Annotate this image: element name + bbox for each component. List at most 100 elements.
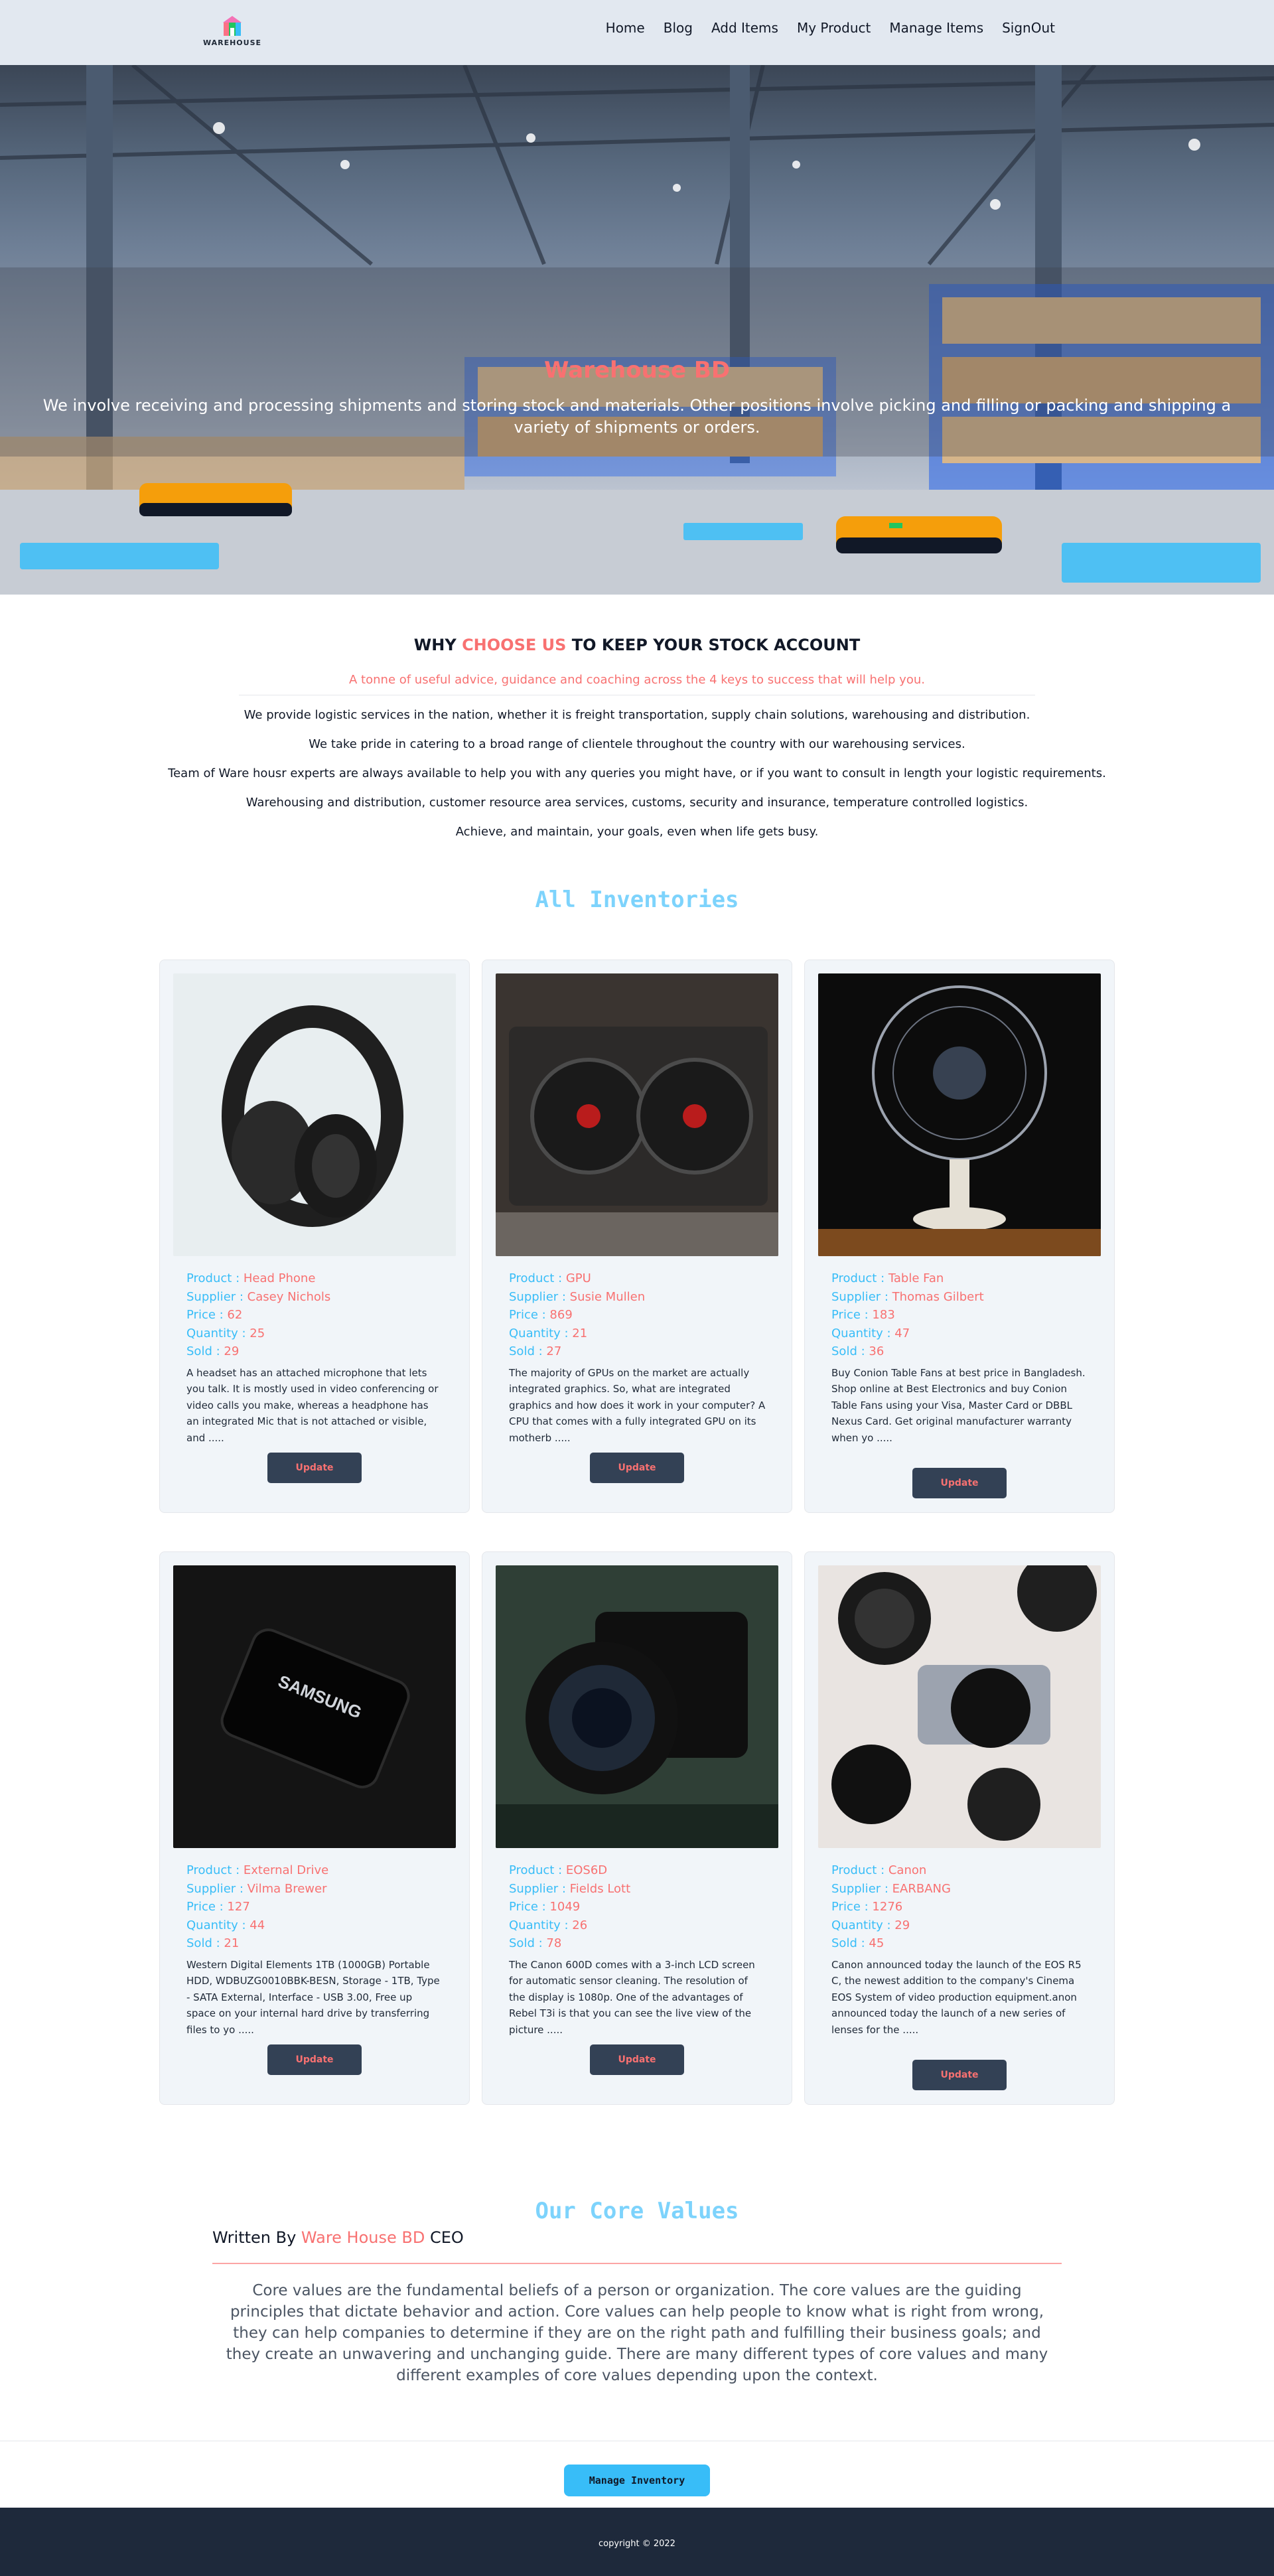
dslr-camera-image [496,1565,778,1848]
core-values-divider [212,2263,1062,2264]
price-row: Price : 1049 [509,1900,581,1914]
gpu-image [496,973,778,1256]
why-title-accent: CHOOSE US [462,636,567,654]
inventory-card: Product : Head Phone Supplier : Casey Ni… [159,960,470,1513]
price-value: 1049 [549,1900,581,1914]
top-navbar: WAREHOUSE Home Blog Add Items My Product… [0,0,1274,65]
sold-value: 36 [869,1344,885,1358]
supplier-name: Fields Lott [569,1881,631,1896]
product-name: Table Fan [888,1271,944,1285]
nav-link-signout[interactable]: SignOut [1002,20,1055,36]
product-description: A headset has an attached microphone tha… [186,1366,439,1444]
why-title-suffix: TO KEEP YOUR STOCK ACCOUNT [571,636,861,654]
inventory-grid: Product : Head Phone Supplier : Casey Ni… [159,960,1115,2105]
product-row: Product : GPU [509,1271,591,1285]
product-name: Head Phone [243,1271,316,1285]
supplier-name: Susie Mullen [569,1289,646,1304]
product-description: Western Digital Elements 1TB (1000GB) Po… [186,1958,440,2036]
supplier-row: Supplier : Vilma Brewer [186,1881,327,1896]
manage-inventory-wrap: Manage Inventory [0,2441,1274,2508]
why-tagline: A tonne of useful advice, guidance and c… [349,673,925,687]
quantity-value: 25 [249,1326,265,1340]
price-value: 1276 [872,1900,903,1914]
headphones-image [173,973,456,1256]
inventory-card: SAMSUNG Product : External Drive Supplie… [159,1551,470,2105]
supplier-row: Supplier : Thomas Gilbert [831,1289,984,1304]
nav-link-manage-items[interactable]: Manage Items [889,20,983,36]
quantity-value: 44 [249,1918,265,1932]
supplier-name: Vilma Brewer [247,1881,327,1896]
product-name: EOS6D [565,1863,608,1877]
price-row: Price : 127 [186,1900,250,1914]
inventory-card: Product : GPU Supplier : Susie Mullen Pr… [482,960,792,1513]
product-row: Product : External Drive [186,1863,329,1877]
nav-link-home[interactable]: Home [606,20,645,36]
why-title-prefix: WHY [413,636,457,654]
product-row: Product : Table Fan [831,1271,944,1285]
product-row: Product : Head Phone [186,1271,316,1285]
nav-link-my-product[interactable]: My Product [797,20,871,36]
price-value: 183 [872,1308,895,1322]
nav-link-blog[interactable]: Blog [664,20,693,36]
logo-text: WAREHOUSE [202,38,262,47]
manage-inventory-button[interactable]: Manage Inventory [564,2465,710,2496]
price-value: 869 [549,1308,573,1322]
product-name: External Drive [243,1863,329,1877]
price-value: 127 [227,1900,250,1914]
quantity-value: 21 [572,1326,588,1340]
supplier-name: Thomas Gilbert [892,1289,984,1304]
sold-row: Sold : 36 [831,1344,885,1358]
table-fan-image [818,973,1101,1256]
sold-value: 29 [224,1344,240,1358]
quantity-row: Quantity : 21 [509,1326,588,1340]
update-button[interactable]: Update [267,1453,362,1483]
core-values-title: Our Core Values [535,2198,739,2224]
quantity-row: Quantity : 47 [831,1326,910,1340]
update-button[interactable]: Update [590,2044,684,2075]
supplier-row: Supplier : Fields Lott [509,1881,631,1896]
footer: copyright © 2022 [0,2508,1274,2576]
product-description: Canon announced today the launch of the … [831,1958,1082,2036]
product-description: Buy Conion Table Fans at best price in B… [831,1366,1086,1444]
quantity-row: Quantity : 25 [186,1326,265,1340]
supplier-row: Supplier : Susie Mullen [509,1289,646,1304]
quantity-row: Quantity : 26 [509,1918,588,1932]
sold-value: 27 [546,1344,562,1358]
why-line: We take pride in catering to a broad ran… [309,737,965,751]
update-button[interactable]: Update [590,1453,684,1483]
supplier-name: EARBANG [892,1881,951,1896]
sold-row: Sold : 21 [186,1936,240,1950]
inventory-card: Product : EOS6D Supplier : Fields Lott P… [482,1551,792,2105]
sold-row: Sold : 27 [509,1344,562,1358]
sold-value: 21 [224,1936,240,1950]
core-values-section: Our Core Values Written By Ware House BD… [0,2198,1274,2441]
quantity-row: Quantity : 29 [831,1918,910,1932]
product-description: The Canon 600D comes with a 3-inch LCD s… [509,1958,755,2036]
price-row: Price : 183 [831,1308,895,1322]
quantity-value: 47 [894,1326,910,1340]
nav-link-add-items[interactable]: Add Items [711,20,778,36]
why-lines: We provide logistic services in the nati… [0,701,1274,847]
sold-value: 45 [869,1936,885,1950]
supplier-row: Supplier : EARBANG [831,1881,951,1896]
price-value: 62 [227,1308,243,1322]
why-title: WHY CHOOSE US TO KEEP YOUR STOCK ACCOUNT [0,636,1274,654]
why-line: Warehousing and distribution, customer r… [246,796,1028,810]
update-button[interactable]: Update [267,2044,362,2075]
nav-links: Home Blog Add Items My Product Manage It… [606,20,1055,36]
core-values-author: Written By Ware House BD CEO [212,2228,464,2247]
why-line: Achieve, and maintain, your goals, even … [455,825,819,839]
sold-row: Sold : 29 [186,1344,240,1358]
why-choose-us-section: WHY CHOOSE US TO KEEP YOUR STOCK ACCOUNT… [0,595,1274,847]
update-button[interactable]: Update [912,1468,1007,1498]
update-button[interactable]: Update [912,2060,1007,2090]
warehouse-logo[interactable]: WAREHOUSE [199,13,265,52]
copyright-text: copyright © 2022 [599,2539,675,2549]
quantity-row: Quantity : 44 [186,1918,265,1932]
inventory-card: Product : Table Fan Supplier : Thomas Gi… [804,960,1115,1513]
inventories-title: All Inventories [535,887,739,913]
core-values-text: Core values are the fundamental beliefs … [226,2282,1048,2384]
warehouse-logo-icon [223,16,242,36]
quantity-value: 26 [572,1918,588,1932]
sold-value: 78 [546,1936,562,1950]
